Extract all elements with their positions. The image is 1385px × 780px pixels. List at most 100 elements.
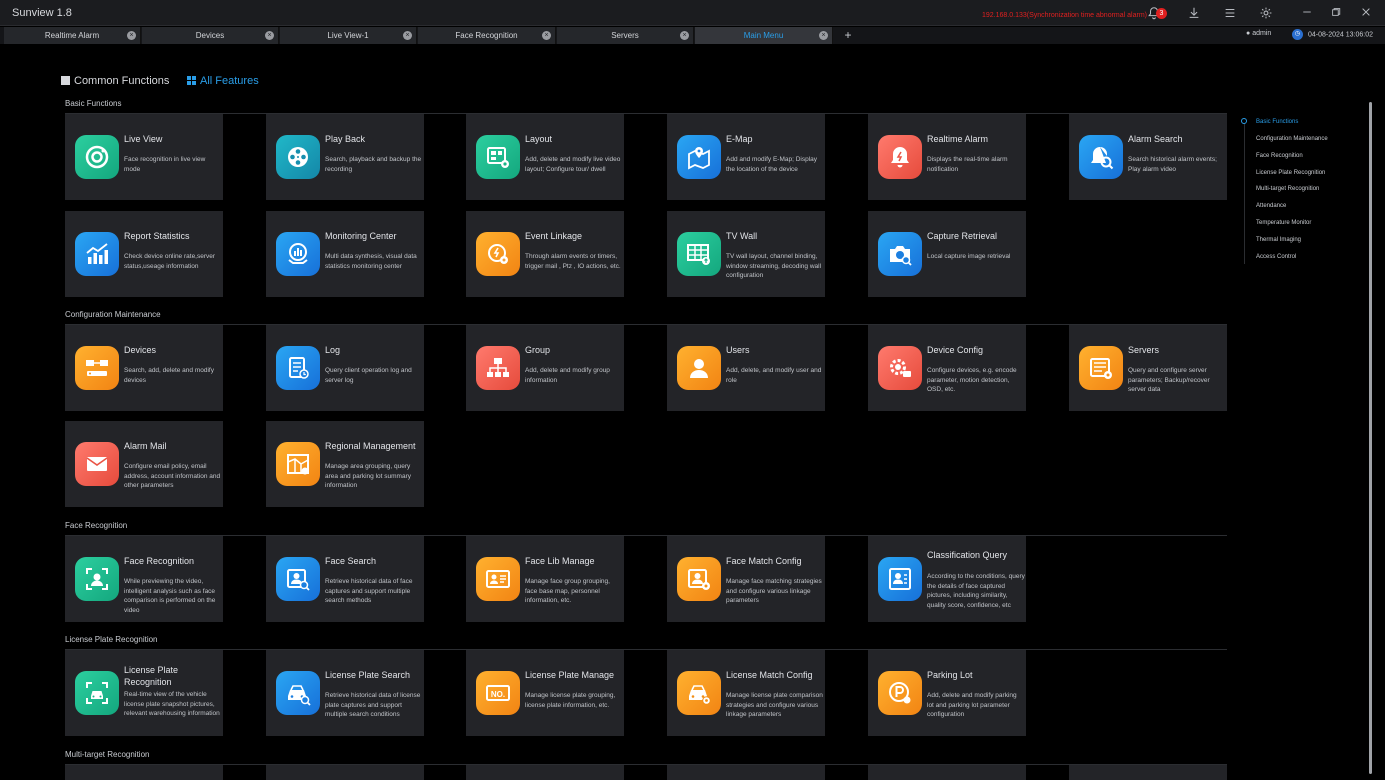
nav-basic-functions[interactable]: Basic Functions [1256,119,1376,125]
device-config-gear-icon [878,346,922,390]
card-devices[interactable]: Devices Search, add, delete and modify d… [65,325,223,411]
tab-close-icon[interactable]: × [680,31,689,40]
nav-temperature-monitor[interactable]: Temperature Monitor [1256,220,1376,226]
tab-close-icon[interactable]: × [265,31,274,40]
parking-icon [878,671,922,715]
card-classification-query[interactable]: Classification Query According to the co… [868,536,1026,622]
nav-thermal-imaging[interactable]: Thermal Imaging [1256,237,1376,243]
download-icon[interactable] [1186,6,1202,22]
card-description: Search, add, delete and modify devices [124,367,214,384]
card-title: Monitoring Center [325,231,397,241]
card-parking-lot[interactable]: Parking Lot Add, delete and modify parki… [868,650,1026,736]
nav-configuration-maintenance[interactable]: Configuration Maintenance [1256,136,1376,142]
all-features-toggle[interactable]: All Features [187,75,259,88]
card-face-search[interactable]: Face Search Retrieve historical data of … [266,536,424,622]
tab-live-view-1[interactable]: Live View-1 × [280,27,417,44]
camera-search-icon [878,232,922,276]
card-alarm-search[interactable]: Alarm Search Search historical alarm eve… [1069,114,1227,200]
card-license-plate-recognition[interactable]: License Plate Recognition Real-time view… [65,650,223,736]
grid-icon [187,76,196,88]
anchor-nav-line [1244,124,1245,264]
card-e-map[interactable]: E-Map Add and modify E-Map; Display the … [667,114,825,200]
card-description: Displays the real-time alarm notificatio… [927,156,1008,173]
card-realtime-alarm[interactable]: Realtime Alarm Displays the real-time al… [868,114,1026,200]
card-users[interactable]: Users Add, delete, and modify user and r… [667,325,825,411]
tab-face-recognition[interactable]: Face Recognition × [418,27,556,44]
nav-face-recognition[interactable]: Face Recognition [1256,153,1376,159]
card-capture-retrieval[interactable]: Capture Retrieval Local capture image re… [868,211,1026,297]
all-features-label: All Features [200,75,259,87]
card-description: Add, delete, and modify user and role [726,367,822,384]
card-face-recognition[interactable]: Face Recognition While previewing the vi… [65,536,223,622]
card-report-statistics[interactable]: Report Statistics Check device online ra… [65,211,223,297]
devices-icon [75,346,119,390]
tab-close-icon[interactable]: × [127,31,136,40]
nav-access-control[interactable]: Access Control [1256,254,1376,260]
card-face-match-config[interactable]: Face Match Config Manage face matching s… [667,536,825,622]
card-description: Add, delete and modify live video layout… [525,156,621,173]
vertical-scrollbar[interactable] [1369,102,1372,774]
card-multi-target-5[interactable] [868,765,1026,780]
card-description: Retrieve historical data of face capture… [325,578,413,604]
menu-icon[interactable] [1222,6,1238,22]
card-alarm-mail[interactable]: Alarm Mail Configure email policy, email… [65,421,223,507]
add-tab-button[interactable]: + [840,27,856,44]
minimize-icon[interactable] [1299,6,1315,22]
nav-license-plate-recognition[interactable]: License Plate Recognition [1256,170,1376,176]
tab-realtime-alarm[interactable]: Realtime Alarm × [4,27,141,44]
card-license-match-config[interactable]: License Match Config Manage license plat… [667,650,825,736]
card-multi-target-2[interactable] [266,765,424,780]
card-license-plate-search[interactable]: License Plate Search Retrieve historical… [266,650,424,736]
card-title: License Plate Recognition [124,665,179,687]
tab-main-menu[interactable]: Main Menu × [695,27,833,44]
restore-icon[interactable] [1328,6,1344,22]
card-multi-target-4[interactable] [667,765,825,780]
card-title: Device Config [927,345,984,355]
card-group[interactable]: Group Add, delete and modify group infor… [466,325,624,411]
card-event-linkage[interactable]: Event Linkage Through alarm events or ti… [466,211,624,297]
card-description: Retrieve historical data of license plat… [325,692,421,718]
alarm-notice-text[interactable]: 192.168.0.133(Synchronization time abnor… [982,12,1147,19]
user-info[interactable]: ● admin [1246,30,1271,37]
face-scan-icon [75,557,119,601]
card-description: Manage face group grouping, face base ma… [525,578,610,604]
card-regional-management[interactable]: Regional Management Manage area grouping… [266,421,424,507]
card-servers[interactable]: Servers Query and configure server param… [1069,325,1227,411]
card-description: Configure devices, e.g. encode parameter… [927,367,1017,393]
datetime-display: ◷ 04-08-2024 13:06:02 [1292,29,1373,40]
card-multi-target-3[interactable] [466,765,624,780]
card-tv-wall[interactable]: TV Wall TV wall layout, channel binding,… [667,211,825,297]
card-play-back[interactable]: Play Back Search, playback and backup th… [266,114,424,200]
license-plate-icon: NO. [476,671,520,715]
card-live-view[interactable]: Live View Face recognition in live view … [65,114,223,200]
card-title: Alarm Search [1128,134,1183,144]
common-functions-toggle[interactable]: Common Functions [61,75,169,87]
card-log[interactable]: Log Query client operation log and serve… [266,325,424,411]
region-map-icon [276,442,320,486]
card-multi-target-1[interactable] [65,765,223,780]
tab-close-icon[interactable]: × [819,31,828,40]
nav-attendance[interactable]: Attendance [1256,203,1376,209]
tab-devices[interactable]: Devices × [142,27,279,44]
tab-close-icon[interactable]: × [403,31,412,40]
card-title: Face Match Config [726,556,802,566]
tab-label: Live View-1 [327,31,369,40]
section-title: Multi-target Recognition [65,750,150,759]
close-icon[interactable] [1358,6,1374,22]
star-square-icon [61,76,70,85]
card-face-lib-manage[interactable]: Face Lib Manage Manage face group groupi… [466,536,624,622]
tab-label: Main Menu [743,31,784,40]
nav-multi-target-recognition[interactable]: Multi-target Recognition [1256,186,1376,192]
card-multi-target-6[interactable] [1069,765,1227,780]
group-hierarchy-icon [476,346,520,390]
tab-close-icon[interactable]: × [542,31,551,40]
card-monitoring-center[interactable]: Monitoring Center Multi data synthesis, … [266,211,424,297]
card-title: License Plate Search [325,670,411,680]
settings-gear-icon[interactable] [1258,6,1274,22]
card-title: License Plate Manage [525,670,615,680]
card-license-plate-manage[interactable]: NO. License Plate Manage Manage license … [466,650,624,736]
tab-servers[interactable]: Servers × [557,27,694,44]
card-layout[interactable]: Layout Add, delete and modify live video… [466,114,624,200]
card-description: Add and modify E-Map; Display the locati… [726,156,818,173]
card-device-config[interactable]: Device Config Configure devices, e.g. en… [868,325,1026,411]
